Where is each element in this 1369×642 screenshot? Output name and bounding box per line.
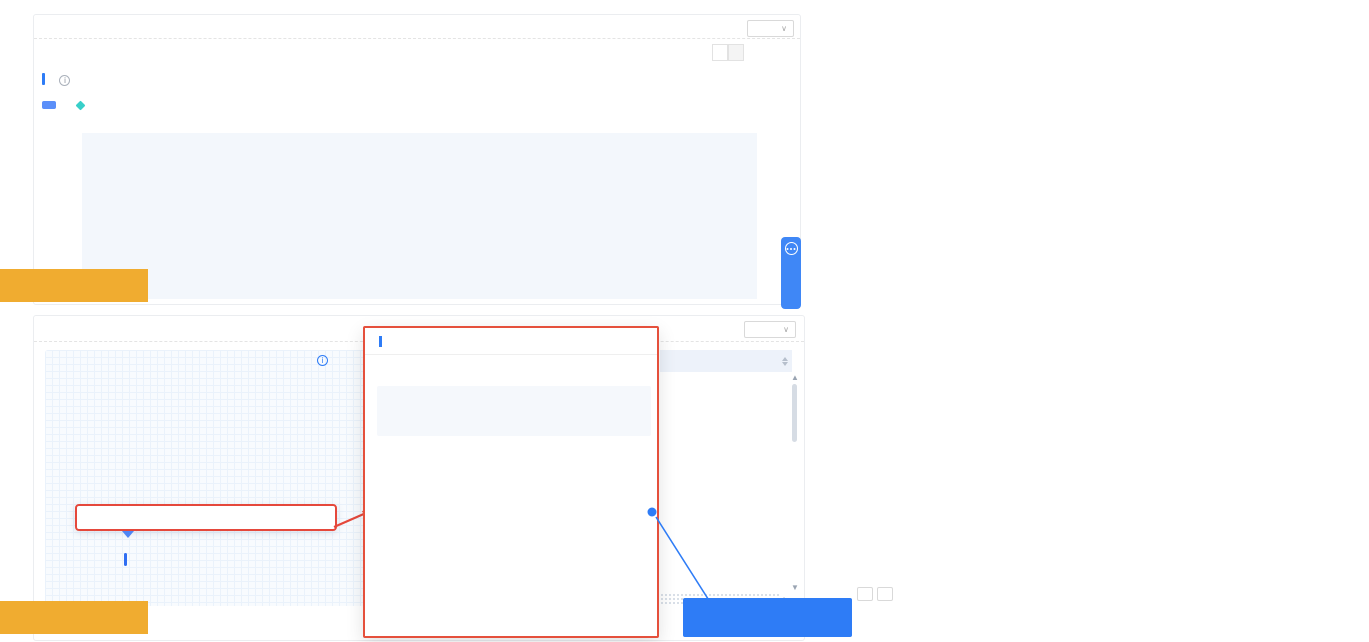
- popup-accent-bar: [379, 336, 382, 347]
- tab-export-amount[interactable]: [712, 44, 728, 61]
- result-tooltip: [75, 504, 337, 531]
- scroll-down-icon[interactable]: ▼: [791, 584, 799, 592]
- chevron-down-icon: ∨: [781, 24, 787, 33]
- tooltip-pointer-icon: [122, 531, 134, 538]
- score-curve-chart: [377, 386, 651, 436]
- connector-dot-icon: [648, 508, 657, 517]
- column-header-export[interactable]: [726, 357, 792, 366]
- info-icon: i: [317, 355, 328, 366]
- tab-export-quantity[interactable]: [728, 44, 744, 61]
- interpret-model-button[interactable]: [683, 598, 852, 637]
- data-table-header: [660, 350, 792, 372]
- chevron-down-icon: ∨: [783, 325, 789, 334]
- scrollbar-thumb[interactable]: [792, 384, 797, 442]
- score-scale-marker: [124, 553, 127, 566]
- legend-item-bar[interactable]: [42, 101, 61, 109]
- badge-concentration-detail: [0, 601, 148, 634]
- section-accent-bar: [42, 73, 45, 85]
- scroll-up-icon[interactable]: ▲: [791, 374, 799, 382]
- sort-icon[interactable]: [782, 357, 788, 366]
- dashboard: { "colors": { "accent": "#2e7cf6", "bar"…: [0, 0, 1369, 642]
- bar-swatch-icon: [42, 101, 56, 109]
- badge-company-concentration: [0, 269, 148, 302]
- score-explain-popup: [363, 326, 659, 638]
- diamond-swatch-icon: [76, 100, 86, 110]
- legend-item-line[interactable]: [77, 101, 89, 109]
- divider: [34, 38, 800, 39]
- popup-header: [365, 328, 657, 347]
- chat-bubble-icon: [785, 242, 798, 255]
- pagination-item[interactable]: [857, 587, 873, 601]
- cr8-gauge-chart: [60, 352, 360, 510]
- pagination-item[interactable]: [877, 587, 893, 601]
- score-explain-link[interactable]: i: [314, 355, 328, 366]
- section-header: i: [42, 70, 70, 88]
- info-icon[interactable]: i: [59, 75, 70, 86]
- year-select-top[interactable]: ∨: [747, 20, 794, 37]
- bar-line-chart: [82, 133, 757, 299]
- chart-legend: [42, 101, 89, 109]
- connector-line: [640, 503, 730, 613]
- online-service-button[interactable]: [781, 237, 801, 309]
- divider: [365, 354, 657, 355]
- year-select-bottom[interactable]: ∨: [744, 321, 796, 338]
- unit-tab-group: [712, 44, 744, 61]
